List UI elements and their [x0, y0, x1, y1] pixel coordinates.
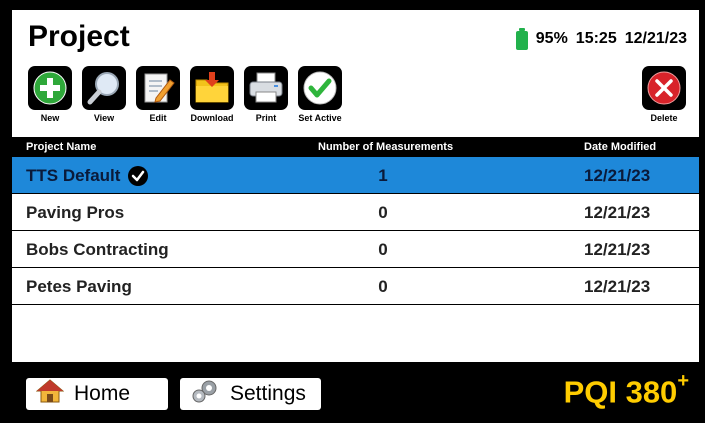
column-header-measurements[interactable]: Number of Measurements — [318, 141, 453, 153]
new-label: New — [40, 113, 60, 123]
view-button[interactable]: View — [76, 66, 132, 132]
delete-icon — [642, 66, 686, 110]
brand-plus: + — [677, 370, 689, 392]
edit-button[interactable]: Edit — [130, 66, 186, 132]
measurement-count: 0 — [378, 277, 388, 296]
clock-time: 15:25 — [575, 30, 617, 47]
project-name: Paving Pros — [26, 203, 125, 222]
battery-icon — [515, 28, 528, 50]
delete-label: Delete — [650, 113, 678, 123]
edit-label: Edit — [149, 113, 167, 123]
date-modified: 12/21/23 — [584, 240, 651, 259]
measurement-count: 1 — [378, 166, 388, 185]
table-row[interactable]: Petes Paving 0 12/21/23 — [12, 268, 699, 305]
brand-name: PQI 380 — [563, 374, 678, 410]
delete-button[interactable]: Delete — [636, 66, 692, 132]
print-label: Print — [255, 113, 277, 123]
new-button[interactable]: New — [22, 66, 78, 132]
header: Project 95% 15:25 12/21/23 — [12, 10, 699, 70]
measurement-count: 0 — [378, 240, 388, 259]
set-active-button[interactable]: Set Active — [292, 66, 348, 132]
magnifier-icon — [82, 66, 126, 110]
project-name: TTS Default — [26, 166, 121, 185]
screen: Project 95% 15:25 12/21/23 New View Edit… — [12, 10, 699, 413]
settings-label: Settings — [230, 382, 306, 405]
checkmark-icon — [298, 66, 342, 110]
date-modified: 12/21/23 — [584, 277, 651, 296]
gears-icon — [190, 378, 220, 410]
status-bar: 95% 15:25 12/21/23 — [515, 28, 687, 50]
project-list: TTS Default 1 12/21/23 Paving Pros 0 12/… — [12, 157, 699, 305]
download-label: Download — [190, 113, 234, 123]
home-icon — [35, 379, 65, 409]
project-name: Bobs Contracting — [26, 240, 169, 259]
edit-icon — [136, 66, 180, 110]
column-header-date-modified[interactable]: Date Modified — [584, 141, 656, 153]
table-row[interactable]: Paving Pros 0 12/21/23 — [12, 194, 699, 231]
printer-icon — [244, 66, 288, 110]
plus-icon — [28, 66, 72, 110]
table-header: Project Name Number of Measurements Date… — [12, 137, 699, 157]
download-button[interactable]: Download — [184, 66, 240, 132]
brand-logo: PQI 380+ — [563, 370, 689, 410]
table-row[interactable]: TTS Default 1 12/21/23 — [12, 157, 699, 194]
settings-button[interactable]: Settings — [180, 378, 321, 410]
view-label: View — [93, 113, 115, 123]
page-title: Project — [28, 20, 130, 53]
home-label: Home — [74, 382, 131, 405]
table-row[interactable]: Bobs Contracting 0 12/21/23 — [12, 231, 699, 268]
bottom-bar: Home Settings PQI 380+ — [12, 362, 699, 413]
print-button[interactable]: Print — [238, 66, 294, 132]
set-active-label: Set Active — [298, 113, 342, 123]
toolbar: New View Edit Download Print Set Active … — [12, 66, 699, 132]
battery-percent: 95% — [535, 30, 568, 47]
column-header-project-name[interactable]: Project Name — [26, 141, 96, 153]
date-modified: 12/21/23 — [584, 203, 651, 222]
project-name: Petes Paving — [26, 277, 132, 296]
device-frame: Project 95% 15:25 12/21/23 New View Edit… — [0, 0, 705, 423]
folder-download-icon — [190, 66, 234, 110]
date-modified: 12/21/23 — [584, 166, 651, 185]
clock-date: 12/21/23 — [624, 30, 687, 47]
measurement-count: 0 — [378, 203, 388, 222]
active-check-icon — [128, 166, 149, 186]
home-button[interactable]: Home — [26, 378, 168, 410]
